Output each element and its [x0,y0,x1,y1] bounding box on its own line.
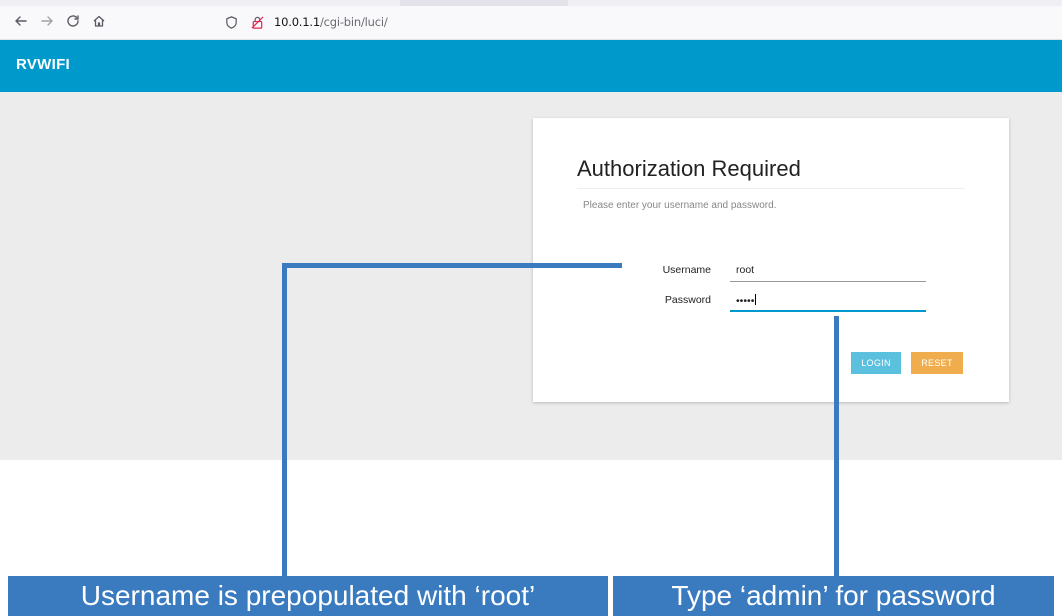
password-callout-vertical [834,316,839,576]
username-label: Username [662,264,711,276]
address-bar[interactable]: 10.0.1.1/cgi-bin/luci/ [222,8,1062,36]
tab-strip [0,0,1062,6]
insecure-lock-icon[interactable] [248,13,266,31]
password-mask: ••••• [736,295,755,307]
url-text[interactable]: 10.0.1.1/cgi-bin/luci/ [274,15,388,29]
login-heading: Authorization Required [577,156,801,181]
username-callout-horizontal [282,263,622,268]
username-annotation-caption: Username is prepopulated with ‘root’ [8,576,608,616]
reload-icon[interactable] [62,10,84,32]
app-header: RVWIFI [0,40,1062,92]
forward-arrow-icon[interactable] [36,10,58,32]
password-label: Password [664,294,711,306]
reset-button[interactable]: RESET [911,352,963,374]
login-button[interactable]: LOGIN [851,352,901,374]
heading-divider [577,188,965,189]
app-title[interactable]: RVWIFI [16,56,70,73]
login-description: Please enter your username and password. [583,200,777,211]
text-caret [755,294,757,305]
url-path: /cgi-bin/luci/ [319,15,388,29]
username-input[interactable]: root [736,264,754,276]
password-input[interactable]: ••••• [736,294,757,307]
shield-icon[interactable] [222,13,240,31]
password-underline [730,310,926,312]
browser-toolbar: 10.0.1.1/cgi-bin/luci/ [0,0,1062,40]
username-underline [730,281,926,282]
password-annotation-caption: Type ‘admin’ for password [613,576,1054,616]
username-callout-vertical [282,263,287,576]
login-card: Authorization Required Please enter your… [533,118,1009,402]
home-icon[interactable] [88,10,110,32]
back-arrow-icon[interactable] [10,10,32,32]
tab-strip-tab[interactable] [400,0,568,6]
url-host: 10.0.1.1 [274,15,320,29]
